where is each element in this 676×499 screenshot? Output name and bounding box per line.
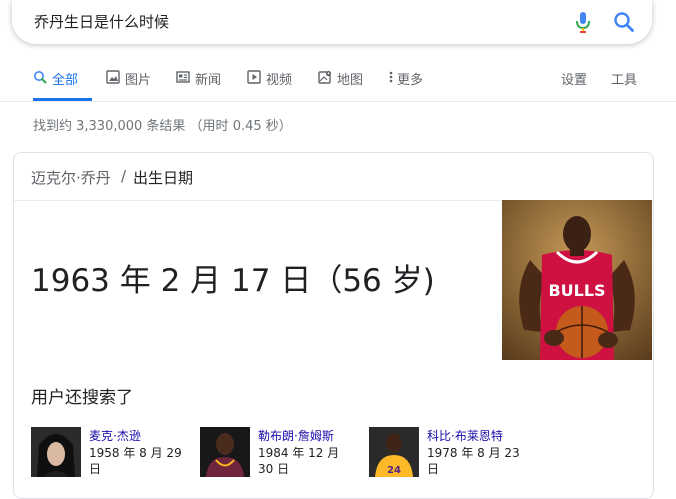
tab-news[interactable]: 新闻	[176, 66, 221, 101]
related-person-1[interactable]: 麦克·杰逊 1958 年 8 月 29 日	[31, 427, 186, 483]
person-photo[interactable]	[200, 427, 250, 477]
tab-videos-label: 视频	[266, 73, 293, 88]
tab-more[interactable]: 更多	[388, 66, 423, 101]
knowledge-card: 迈克尔·乔丹 / 出生日期 1963 年 2 月 17 日（56 岁) BULL…	[13, 152, 654, 499]
tab-all[interactable]: 全部	[33, 66, 92, 101]
tab-maps-label: 地图	[337, 73, 364, 88]
tabs-divider	[0, 101, 676, 102]
person-name[interactable]: 麦克·杰逊	[89, 427, 141, 444]
search-input[interactable]: 乔丹生日是什么时候	[34, 11, 169, 32]
breadcrumb: 迈克尔·乔丹 / 出生日期	[14, 153, 653, 201]
result-stats: 找到约 3,330,000 条结果 （用时 0.45 秒）	[33, 119, 292, 134]
person-name[interactable]: 科比·布莱恩特	[427, 427, 503, 444]
search-icon	[34, 71, 47, 84]
svg-text:BULLS: BULLS	[548, 281, 605, 300]
breadcrumb-separator: /	[121, 167, 127, 185]
person-birth-date: 1958 年 8 月 29 日	[89, 446, 182, 476]
svg-text:24: 24	[387, 465, 401, 476]
person-name[interactable]: 勒布朗·詹姆斯	[258, 427, 334, 444]
tab-all-label: 全部	[52, 73, 79, 88]
video-icon	[247, 70, 261, 84]
search-tabs: 全部 图片 新闻 视频 地图 更多 设置 工具	[0, 66, 676, 102]
news-icon	[176, 71, 190, 83]
related-person-2[interactable]: 勒布朗·詹姆斯 1984 年 12 月 30 日	[200, 427, 355, 483]
tools-link[interactable]: 工具	[611, 66, 637, 101]
settings-label: 设置	[561, 73, 588, 88]
settings-link[interactable]: 设置	[561, 66, 587, 101]
search-box[interactable]: 乔丹生日是什么时候	[12, 0, 652, 44]
tab-news-label: 新闻	[195, 73, 222, 88]
tab-more-label: 更多	[397, 73, 424, 88]
map-icon	[318, 70, 332, 84]
person-photo[interactable]	[31, 427, 81, 477]
breadcrumb-attribute: 出生日期	[133, 169, 194, 187]
mic-icon[interactable]	[574, 10, 592, 34]
tab-videos[interactable]: 视频	[247, 66, 292, 101]
birth-date-answer: 1963 年 2 月 17 日（56 岁)	[31, 263, 435, 299]
entity-photo[interactable]: BULLS	[502, 200, 652, 360]
tab-images-label: 图片	[125, 73, 152, 88]
search-icon[interactable]	[613, 11, 635, 33]
related-person-3[interactable]: 24 科比·布莱恩特 1978 年 8 月 23 日	[369, 427, 529, 483]
image-icon	[106, 70, 120, 84]
breadcrumb-entity-link[interactable]: 迈克尔·乔丹	[31, 167, 111, 188]
person-photo[interactable]: 24	[369, 427, 419, 477]
tab-maps[interactable]: 地图	[318, 66, 363, 101]
person-birth-date: 1984 年 12 月 30 日	[258, 446, 340, 476]
tab-images[interactable]: 图片	[106, 66, 151, 101]
person-birth-date: 1978 年 8 月 23 日	[427, 446, 520, 476]
more-vertical-icon	[389, 71, 393, 83]
people-also-search-heading: 用户还搜索了	[31, 388, 133, 408]
tools-label: 工具	[611, 73, 638, 88]
